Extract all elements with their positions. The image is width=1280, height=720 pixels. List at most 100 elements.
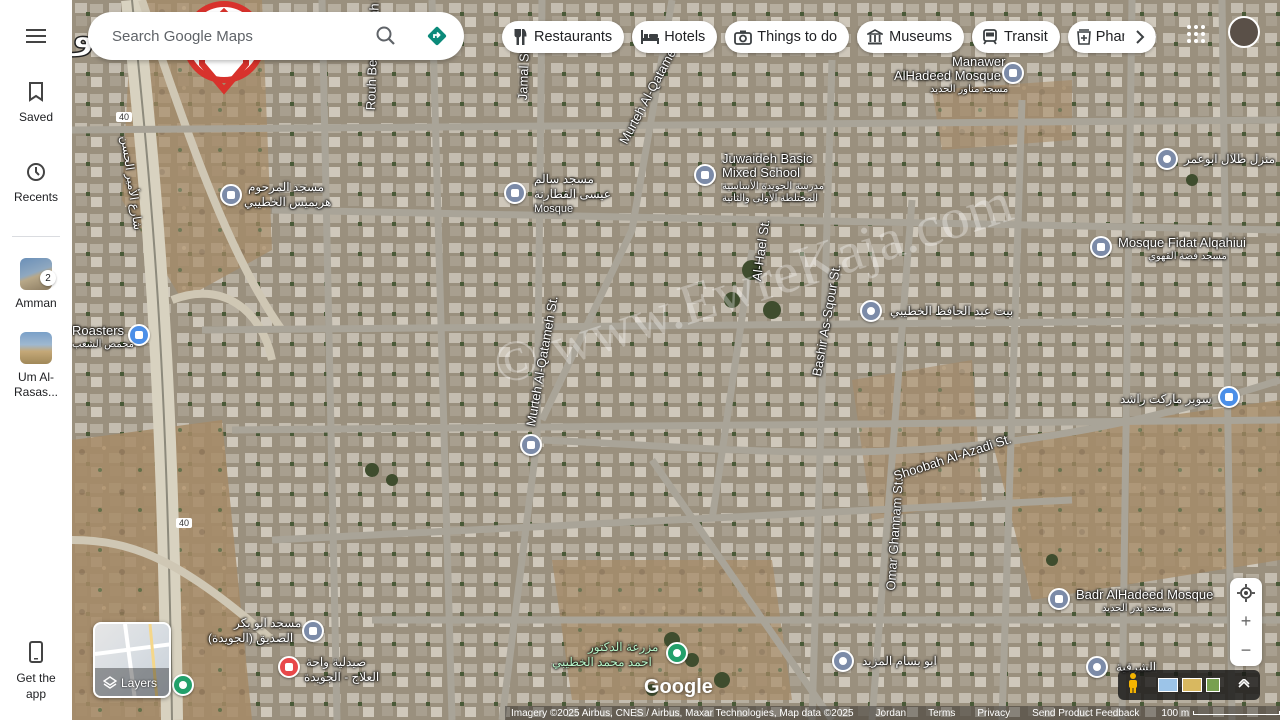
search-icon[interactable] <box>374 24 398 48</box>
school-marker[interactable] <box>520 434 542 456</box>
mosque-marker[interactable] <box>1048 588 1070 610</box>
place-marker[interactable] <box>1156 148 1178 170</box>
chip-label: Hotels <box>664 29 706 45</box>
count-badge: 2 <box>40 270 56 286</box>
imagery-thumb-icon[interactable] <box>1182 678 1202 692</box>
place-label: Roasters <box>72 323 125 338</box>
search-input[interactable] <box>112 27 352 45</box>
place-label: Juwaideh Basic <box>722 151 813 166</box>
mosque-icon <box>227 191 235 199</box>
google-logo: Google <box>644 676 713 698</box>
place-label-ar: احمد محمد الخطيبي <box>552 655 652 669</box>
recent-place-amman[interactable]: 2 Amman <box>0 258 72 310</box>
pharmacy-icon <box>1076 27 1092 47</box>
pegman-icon[interactable] <box>1126 672 1140 699</box>
train-icon <box>980 27 1000 47</box>
imagery-thumb-icon[interactable] <box>1158 678 1178 692</box>
imagery-thumb-icon[interactable] <box>1206 678 1220 692</box>
get-the-app-label: Get the app <box>16 671 56 701</box>
saved-button[interactable]: Saved <box>0 80 72 124</box>
imagery-attribution: Imagery ©2025 Airbus, CNES / Airbus, Max… <box>511 707 854 719</box>
shop-marker[interactable] <box>1218 386 1240 408</box>
mosque-marker[interactable] <box>302 620 324 642</box>
chip-things-to-do[interactable]: Things to do <box>725 21 850 53</box>
menu-button[interactable] <box>24 24 48 54</box>
layers-icon <box>103 676 117 689</box>
place-label: Mixed School <box>722 165 801 180</box>
amman-thumbnail: 2 <box>20 258 56 290</box>
get-the-app-button[interactable]: Get the app <box>0 640 72 702</box>
satellite-map[interactable]: © www.EwreKaja.com Rouh Ben Ubadah St. M… <box>72 0 1280 720</box>
mosque-icon <box>1055 595 1063 603</box>
zoom-out-button[interactable]: − <box>1230 636 1262 665</box>
recent-place-um-al-rasas[interactable]: Um Al- Rasas... <box>0 332 72 400</box>
place-marker[interactable] <box>832 650 854 672</box>
minus-icon: − <box>1240 640 1252 660</box>
museum-icon <box>865 27 885 47</box>
mosque-marker[interactable] <box>220 184 242 206</box>
route-40-shield: 40 <box>176 518 193 528</box>
place-marker[interactable] <box>1086 656 1108 678</box>
place-label-ar: صيدلية واحة <box>306 655 367 669</box>
place-label-ar: مسجد المرحوم <box>248 180 325 194</box>
directions-icon[interactable] <box>425 24 449 48</box>
mosque-marker[interactable] <box>1090 236 1112 258</box>
mosque-marker[interactable] <box>504 182 526 204</box>
park-marker[interactable] <box>172 674 194 696</box>
chip-hotels[interactable]: Hotels <box>632 21 718 53</box>
pharmacy-marker[interactable] <box>278 656 300 678</box>
street-view-bar <box>1118 670 1260 700</box>
sidebar-divider <box>12 236 60 237</box>
feedback-link[interactable]: Send Product Feedback <box>1032 708 1139 719</box>
recents-button[interactable]: Recents <box>0 160 72 204</box>
pin-icon <box>1163 155 1171 163</box>
layers-button[interactable]: Layers <box>93 622 171 698</box>
phone-icon <box>24 640 48 664</box>
shopping-bag-icon <box>1225 393 1233 401</box>
camera-icon <box>733 27 753 47</box>
chip-restaurants[interactable]: Restaurants <box>502 21 625 53</box>
place-label-ar: مزرعة الدكتور <box>588 640 659 654</box>
place-label: Mosque Fidat Alqahiui <box>1118 235 1246 250</box>
farm-marker[interactable] <box>666 642 688 664</box>
place-label-ar: سوبر ماركت راشد <box>1120 392 1212 406</box>
chevron-right-icon[interactable] <box>1123 21 1156 53</box>
chip-label: Museums <box>889 29 952 45</box>
country-link[interactable]: Jordan <box>876 708 907 719</box>
mosque-icon <box>511 189 519 197</box>
chip-label: Restaurants <box>534 29 613 45</box>
place-label: Mosque <box>534 203 574 215</box>
map-controls: + − <box>1230 578 1262 666</box>
category-chips: Restaurants Hotels Things to do Museums … <box>502 21 1156 53</box>
school-icon <box>527 441 535 449</box>
mosque-icon <box>309 627 317 635</box>
chip-transit[interactable]: Transit <box>971 21 1060 53</box>
my-location-button[interactable] <box>1230 578 1262 607</box>
scale-bar <box>1193 711 1280 715</box>
apps-grid-icon[interactable] <box>1186 24 1206 44</box>
scale-label[interactable]: 100 m <box>1161 708 1189 719</box>
terms-link[interactable]: Terms <box>928 708 955 719</box>
place-label-ar: المختلطة الأولى والثانية <box>722 193 819 204</box>
chip-pharmacies[interactable]: Pharmacies <box>1067 21 1156 53</box>
chevron-up-icon[interactable] <box>1238 676 1250 694</box>
search-box <box>88 12 464 60</box>
saved-label: Saved <box>18 110 54 124</box>
um-al-rasas-label: Um Al- Rasas... <box>13 370 58 399</box>
school-marker[interactable] <box>694 164 716 186</box>
attribution-bar: Imagery ©2025 Airbus, CNES / Airbus, Max… <box>505 706 1280 720</box>
amman-label: Amman <box>15 296 57 310</box>
place-marker[interactable] <box>860 300 882 322</box>
avatar[interactable] <box>1228 16 1260 48</box>
chip-museums[interactable]: Museums <box>857 21 964 53</box>
privacy-link[interactable]: Privacy <box>977 708 1010 719</box>
place-label-ar: ابو بسام المزيد <box>862 654 937 668</box>
zoom-in-button[interactable]: + <box>1230 607 1262 636</box>
place-label-ar: مسجد سالم <box>534 172 594 186</box>
place-label: Badr AlHadeed Mosque <box>1076 587 1214 602</box>
place-label-ar: مسجد مناور الحديد <box>930 84 1009 95</box>
place-label-ar: العلاج - الجويدة <box>304 670 380 684</box>
mosque-icon <box>1009 69 1017 77</box>
layers-label: Layers <box>121 676 158 690</box>
plus-icon: + <box>1240 611 1252 631</box>
